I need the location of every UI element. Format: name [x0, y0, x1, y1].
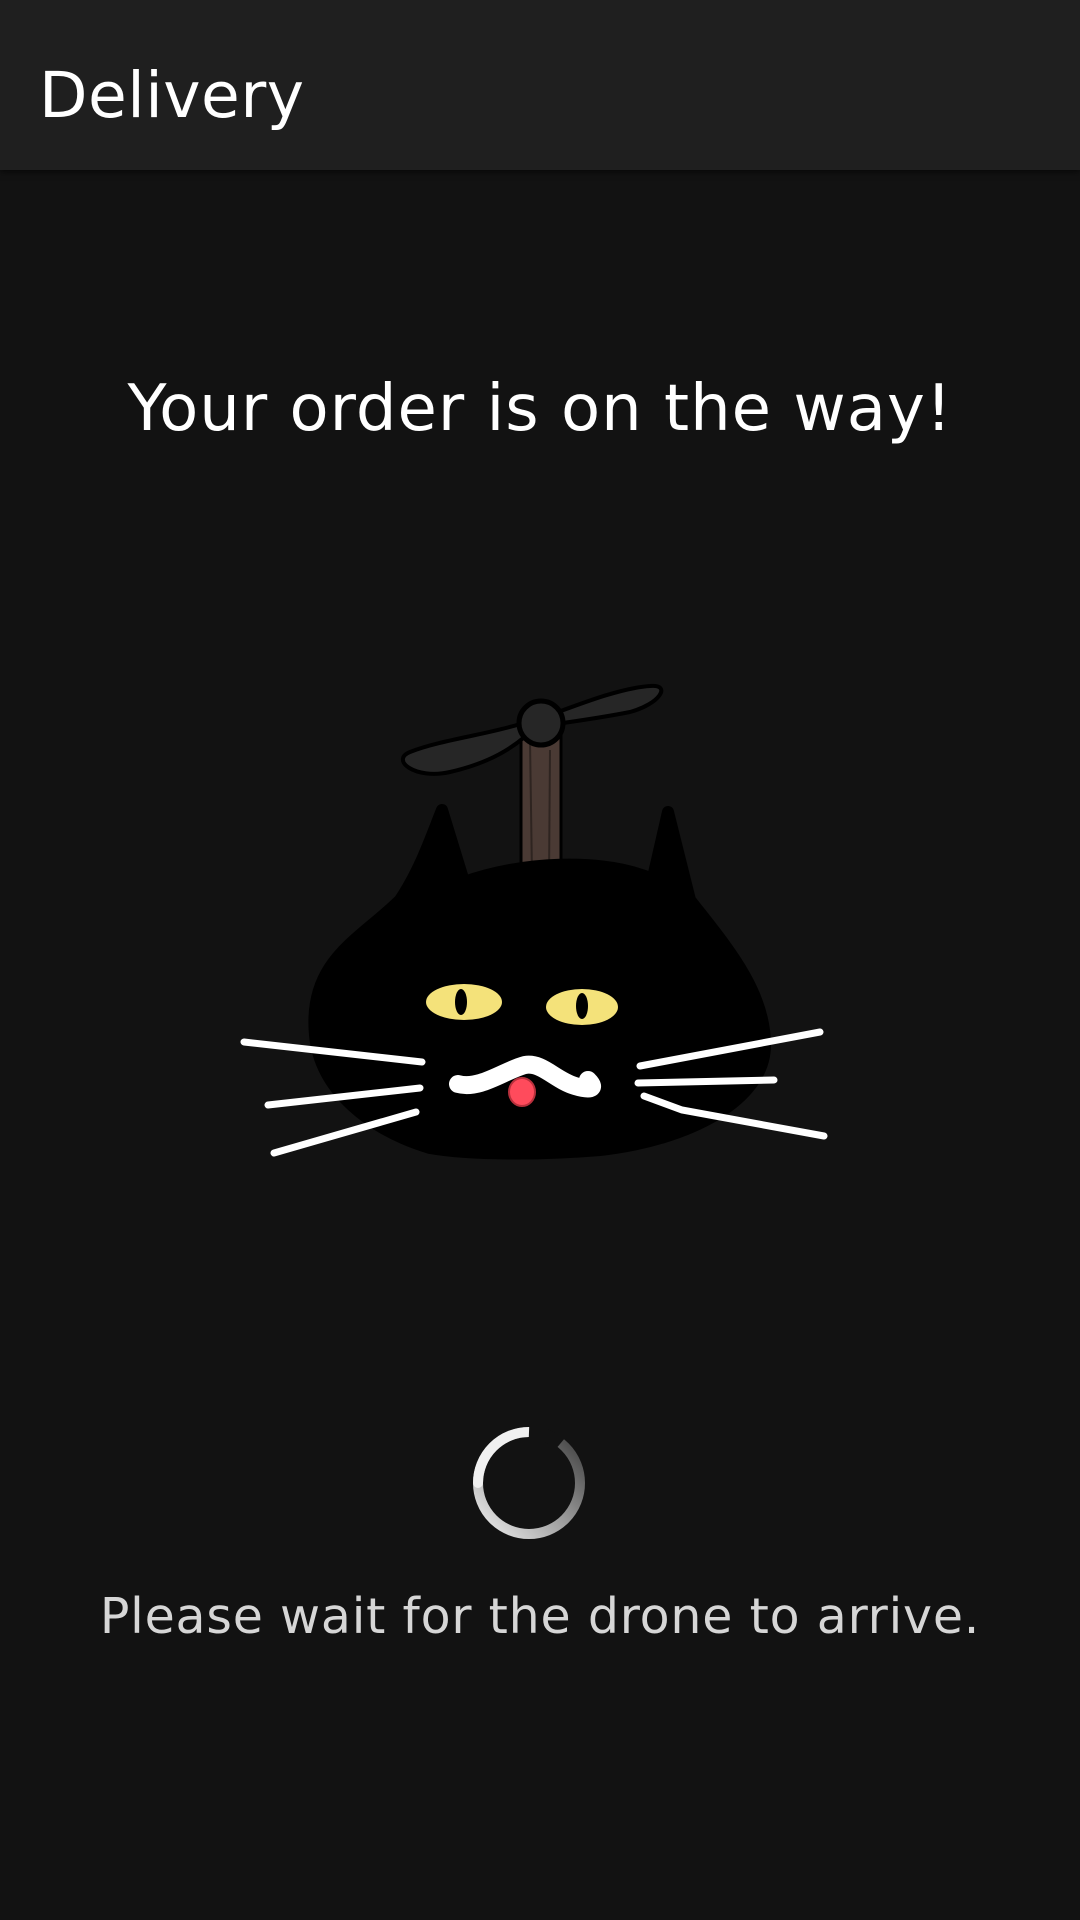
loading-spinner-icon: [470, 1424, 588, 1542]
cat-tongue: [508, 1077, 536, 1107]
cat-propeller-drone-icon: [220, 660, 860, 1220]
app-bar: Delivery: [0, 0, 1080, 170]
propeller-hub: [516, 698, 566, 748]
order-status-headline: Your order is on the way!: [127, 372, 953, 446]
app-title: Delivery: [39, 59, 305, 132]
wait-message: Please wait for the drone to arrive.: [99, 1588, 981, 1645]
